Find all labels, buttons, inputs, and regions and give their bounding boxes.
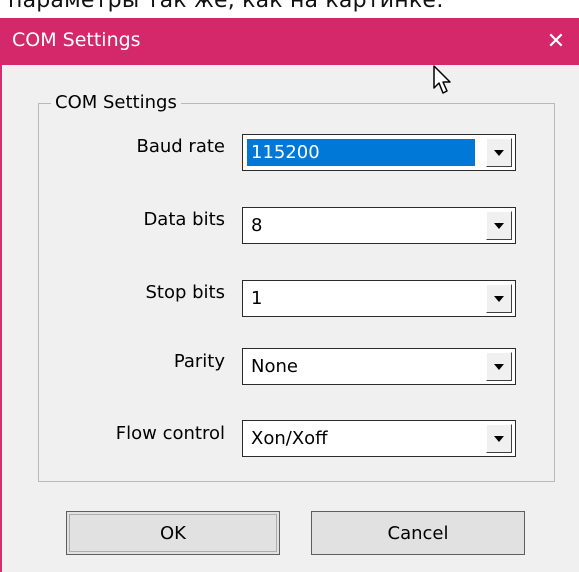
- chevron-down-icon: [494, 149, 504, 156]
- cancel-button-label: Cancel: [387, 522, 449, 544]
- data-bits-dropdown-button[interactable]: [486, 211, 512, 240]
- flow-control-dropdown-button[interactable]: [486, 424, 512, 453]
- screenshot: параметры так же, как на картинке: COM S…: [0, 0, 579, 572]
- baud-rate-value: 115200: [247, 139, 475, 166]
- flow-control-select[interactable]: Xon/Xoff: [242, 420, 516, 457]
- cancel-button[interactable]: Cancel: [311, 511, 525, 555]
- parity-value: None: [251, 356, 298, 377]
- stop-bits-label: Stop bits: [145, 282, 225, 303]
- window-title: COM Settings: [12, 29, 141, 51]
- baud-rate-label: Baud rate: [136, 136, 226, 157]
- ok-button-label: OK: [160, 522, 186, 544]
- background-text: параметры так же, как на картинке:: [8, 0, 444, 13]
- flow-control-label: Flow control: [115, 423, 225, 444]
- chevron-down-icon: [494, 363, 504, 370]
- flow-control-value: Xon/Xoff: [251, 428, 328, 449]
- data-bits-label: Data bits: [143, 209, 225, 230]
- stop-bits-dropdown-button[interactable]: [486, 284, 512, 313]
- title-bar[interactable]: COM Settings ✕: [0, 18, 579, 65]
- com-settings-dialog: COM Settings ✕ COM Settings Baud rate 11…: [0, 18, 579, 572]
- chevron-down-icon: [494, 295, 504, 302]
- group-label: COM Settings: [51, 91, 181, 115]
- chevron-down-icon: [494, 222, 504, 229]
- close-button[interactable]: ✕: [533, 18, 579, 65]
- parity-dropdown-button[interactable]: [486, 352, 512, 381]
- data-bits-select[interactable]: 8: [242, 207, 516, 244]
- stop-bits-value: 1: [251, 288, 263, 309]
- baud-rate-select[interactable]: 115200: [242, 134, 516, 171]
- data-bits-value: 8: [251, 215, 263, 236]
- stop-bits-select[interactable]: 1: [242, 280, 516, 317]
- chevron-down-icon: [494, 435, 504, 442]
- parity-label: Parity: [173, 351, 225, 372]
- baud-rate-dropdown-button[interactable]: [486, 138, 512, 167]
- mouse-pointer-icon: [433, 65, 451, 94]
- ok-button[interactable]: OK: [66, 511, 280, 555]
- parity-select[interactable]: None: [242, 348, 516, 385]
- close-icon: ✕: [546, 28, 566, 54]
